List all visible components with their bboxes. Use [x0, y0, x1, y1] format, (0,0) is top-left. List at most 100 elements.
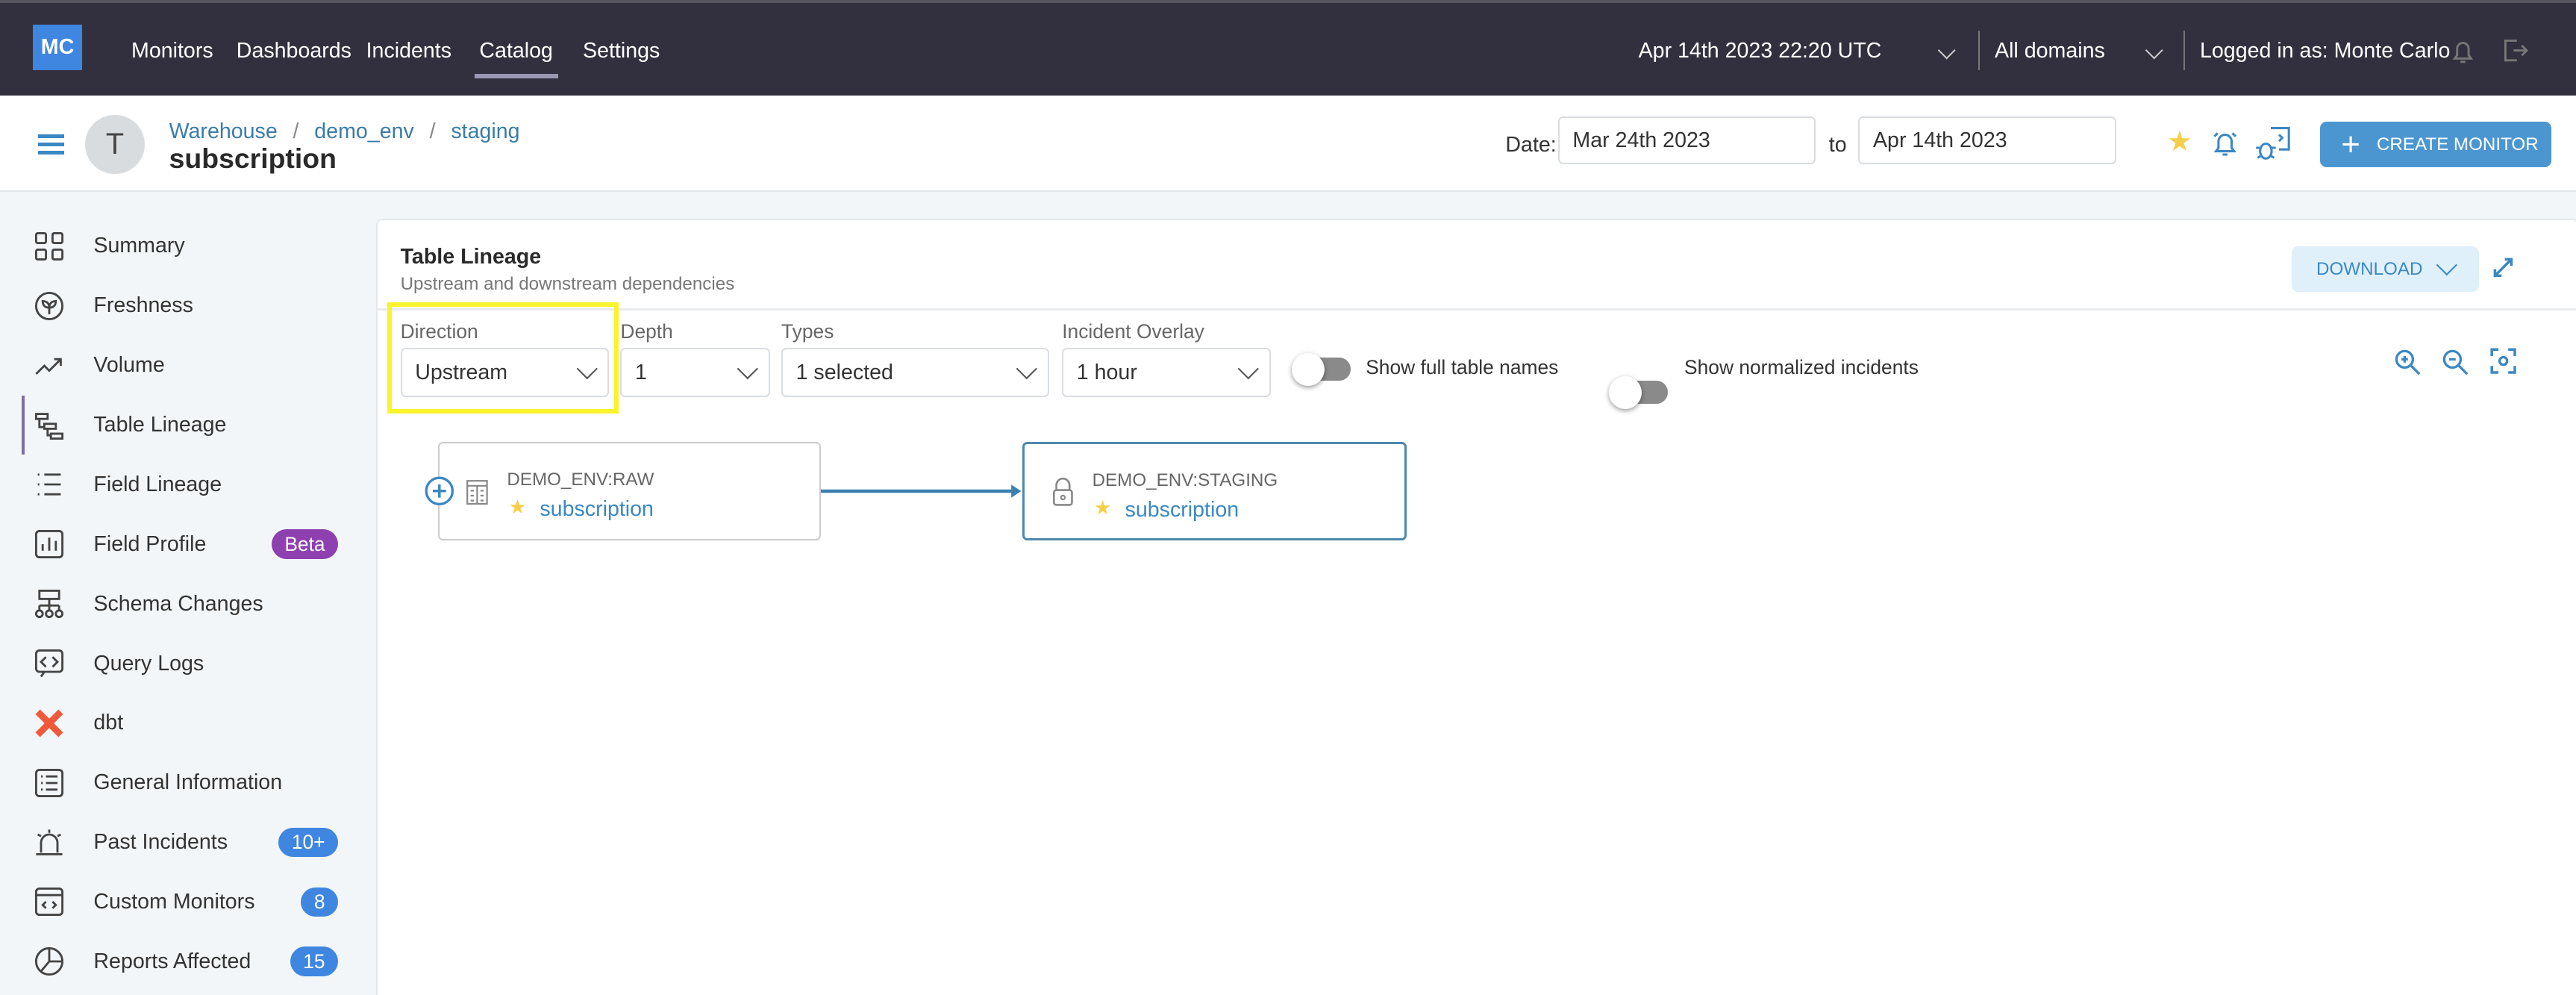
incident-overlay-select[interactable]: 1 hour: [1062, 348, 1271, 398]
sidebar-item-label: Volume: [93, 353, 165, 378]
sidebar-item-label: General Information: [93, 770, 283, 795]
star-icon[interactable]: ★: [2167, 125, 2192, 157]
info-list-icon: [34, 768, 64, 797]
sidebar-item-label: Custom Monitors: [93, 889, 255, 914]
breadcrumb-staging[interactable]: staging: [451, 119, 519, 143]
breadcrumb: Warehouse / demo_env / staging: [169, 115, 520, 145]
sidebar-item-dbt[interactable]: dbt: [33, 693, 345, 752]
sidebar-item-field-profile[interactable]: Field Profile Beta: [33, 515, 345, 574]
domains-selector[interactable]: All domains: [1995, 39, 2105, 63]
plus-icon: +: [2341, 125, 2360, 163]
chart-icon: [34, 530, 64, 559]
sidebar-badge: 8: [301, 887, 339, 917]
direction-label: Direction: [400, 319, 478, 343]
to-label: to: [1828, 133, 1847, 157]
code-icon: [34, 649, 64, 678]
datetime-selector[interactable]: Apr 14th 2023 22:20 UTC: [1639, 39, 1882, 63]
node-schema: DEMO_ENV:STAGING: [1092, 470, 1278, 490]
chevron-down-icon[interactable]: [1937, 41, 1957, 60]
sidebar-badge: 15: [290, 946, 339, 977]
nav-incidents[interactable]: Incidents: [366, 39, 451, 63]
sidebar-item-general-information[interactable]: General Information: [33, 753, 345, 812]
logout-icon[interactable]: [2502, 37, 2528, 63]
sidebar-item-label: Freshness: [93, 293, 193, 318]
overlay-value: 1 hour: [1076, 360, 1137, 384]
lineage-node-staging[interactable]: DEMO_ENV:STAGING ★ subscription: [1022, 441, 1407, 540]
sidebar-item-label: Field Lineage: [93, 472, 222, 496]
types-select[interactable]: 1 selected: [781, 348, 1049, 398]
siren-icon: [36, 829, 63, 855]
direction-select[interactable]: Upstream: [400, 348, 609, 398]
expand-upstream-icon[interactable]: [425, 476, 454, 506]
incident-overlay-label: Incident Overlay: [1062, 319, 1204, 343]
monitor-icon: [34, 888, 64, 917]
lineage-icon: [34, 412, 64, 440]
node-name[interactable]: subscription: [1125, 498, 1239, 523]
sidebar-item-custom-monitors[interactable]: Custom Monitors 8: [33, 873, 345, 932]
grid-icon: [34, 231, 64, 261]
chevron-down-icon[interactable]: [2144, 41, 2163, 60]
normalized-toggle[interactable]: [1608, 375, 1668, 409]
logo[interactable]: MC: [33, 24, 82, 71]
zoom-in-icon[interactable]: [2393, 348, 2423, 378]
sidebar-item-field-lineage[interactable]: Field Lineage: [33, 455, 345, 514]
create-monitor-button[interactable]: + CREATE MONITOR: [2319, 121, 2551, 168]
sidebar-item-table-lineage[interactable]: Table Lineage: [33, 396, 345, 455]
star-icon[interactable]: ★: [1094, 496, 1112, 520]
list-icon: [37, 473, 61, 496]
node-schema: DEMO_ENV:RAW: [507, 469, 654, 490]
sidebar-item-schema-changes[interactable]: Schema Changes: [33, 575, 345, 634]
sidebar-item-query-logs[interactable]: Query Logs: [33, 634, 345, 693]
sidebar-badge: 10+: [278, 827, 339, 858]
table-icon: [466, 480, 489, 505]
zoom-out-icon[interactable]: [2441, 348, 2471, 378]
breadcrumb-demo-env[interactable]: demo_env: [314, 119, 414, 143]
nav-monitors[interactable]: Monitors: [131, 39, 213, 63]
sidebar-item-reports-affected[interactable]: Reports Affected 15: [33, 932, 345, 991]
chevron-down-icon: [1016, 358, 1038, 379]
full-names-toggle[interactable]: [1292, 352, 1351, 386]
lineage-edge: [820, 484, 1022, 498]
card-title: Table Lineage: [400, 244, 542, 269]
lineage-node-raw[interactable]: DEMO_ENV:RAW ★ subscription: [425, 441, 821, 540]
types-value: 1 selected: [795, 360, 893, 384]
schema-icon: [34, 590, 64, 619]
breadcrumb-separator: /: [293, 119, 299, 143]
sidebar-item-volume[interactable]: Volume: [33, 336, 345, 395]
leaf-icon: [34, 291, 64, 320]
date-to-input[interactable]: Apr 14th 2023: [1858, 116, 2116, 164]
sidebar-item-freshness[interactable]: Freshness: [33, 276, 345, 335]
nav-settings[interactable]: Settings: [583, 39, 660, 63]
nav-dashboards[interactable]: Dashboards: [237, 39, 351, 63]
menu-icon[interactable]: [37, 134, 64, 155]
debug-icon[interactable]: [2254, 123, 2294, 163]
active-indicator: [21, 396, 25, 455]
sidebar-item-past-incidents[interactable]: Past Incidents 10+: [33, 813, 345, 872]
sidebar-badge: Beta: [271, 529, 339, 560]
download-label: DOWNLOAD: [2316, 258, 2423, 279]
expand-icon[interactable]: [2492, 256, 2515, 279]
depth-value: 1: [634, 360, 647, 384]
sidebar-item-label: Table Lineage: [93, 413, 227, 437]
date-label: Date:: [1505, 133, 1557, 157]
alarm-bell-icon[interactable]: [2211, 130, 2239, 157]
full-names-label: Show full table names: [1366, 356, 1559, 379]
depth-select[interactable]: 1: [620, 348, 770, 398]
nav-catalog[interactable]: Catalog: [474, 39, 558, 79]
download-button[interactable]: DOWNLOAD: [2291, 246, 2479, 293]
divider: [377, 308, 2576, 311]
date-from-input[interactable]: Mar 24th 2023: [1557, 116, 1816, 164]
breadcrumb-warehouse[interactable]: Warehouse: [169, 119, 278, 143]
sidebar-item-label: Summary: [93, 234, 185, 258]
direction-value: Upstream: [415, 360, 508, 384]
bell-icon[interactable]: [2451, 39, 2475, 65]
sidebar-item-label: Field Profile: [93, 531, 207, 556]
divider: [1978, 31, 1981, 71]
sidebar-item-summary[interactable]: Summary: [33, 216, 345, 275]
fit-view-icon[interactable]: [2490, 348, 2516, 374]
sidebar-item-label: Reports Affected: [93, 949, 251, 973]
star-icon[interactable]: ★: [509, 496, 527, 519]
node-name[interactable]: subscription: [540, 497, 654, 522]
breadcrumb-separator: /: [429, 119, 436, 143]
create-monitor-label: CREATE MONITOR: [2376, 134, 2539, 155]
